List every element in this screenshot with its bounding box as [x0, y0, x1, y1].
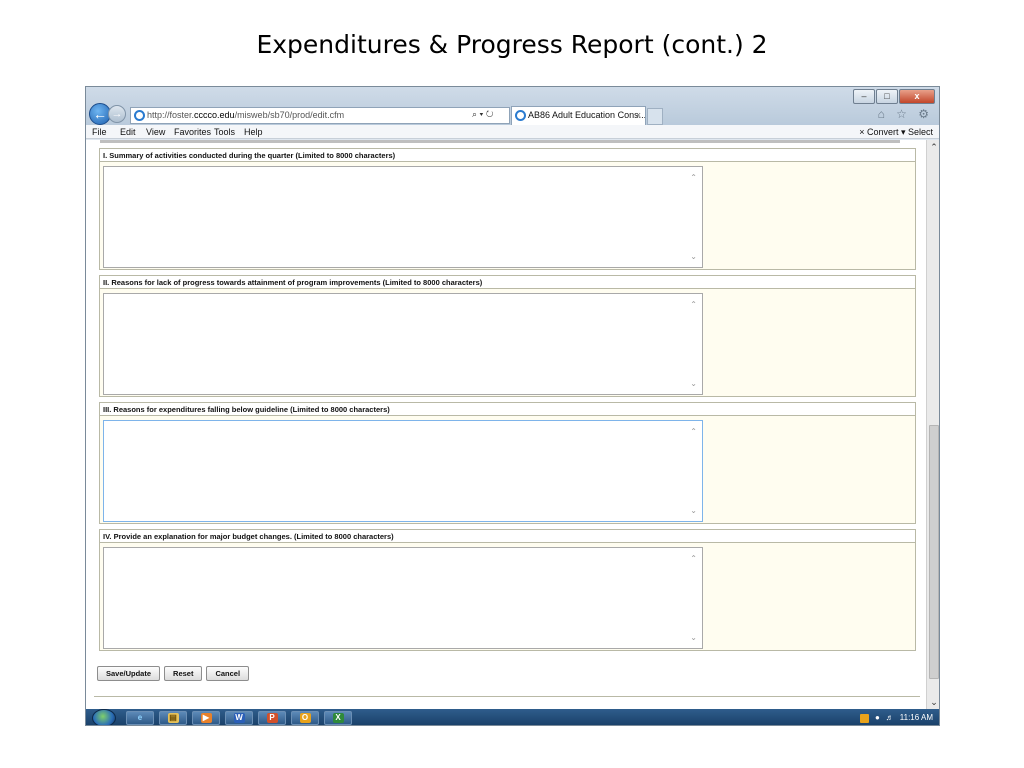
start-button[interactable]	[92, 709, 116, 725]
lack-of-progress-textarea[interactable]: ⌃ ⌄	[103, 293, 703, 395]
chevron-down-icon: ⌄	[690, 252, 697, 261]
menu-tools[interactable]: Tools	[214, 125, 235, 139]
page-content: I. Summary of activities conducted durin…	[86, 140, 926, 709]
powerpoint-icon: P	[266, 713, 278, 723]
taskbar-apps: e ▤ ▶ W P O X	[126, 711, 352, 725]
window-controls: – □ x	[853, 89, 935, 104]
new-tab-button[interactable]	[647, 108, 663, 125]
taskbar-powerpoint[interactable]: P	[258, 711, 286, 725]
convert-select-toolbar[interactable]: × Convert ▾ Select	[859, 125, 933, 139]
scroll-thumb[interactable]	[929, 425, 939, 679]
menu-view[interactable]: View	[146, 125, 165, 139]
chevron-down-icon: ⌄	[690, 379, 697, 388]
taskbar-word[interactable]: W	[225, 711, 253, 725]
taskbar-explorer[interactable]: ▤	[159, 711, 187, 725]
chevron-up-icon: ⌃	[690, 300, 697, 309]
forward-button[interactable]: →	[108, 105, 126, 123]
url-prefix: http://foster.	[147, 110, 195, 120]
scroll-down-icon[interactable]: ⌄	[927, 695, 939, 709]
browser-window: – □ x ← → http://foster.cccco.edu/misweb…	[85, 86, 940, 726]
section-expenditures-below-guideline: III. Reasons for expenditures falling be…	[99, 402, 916, 524]
vertical-scrollbar[interactable]: ⌃ ⌄	[926, 140, 939, 709]
address-search-refresh-icons[interactable]: ⌕ ▾ ↻	[472, 107, 510, 124]
network-icon[interactable]: ●	[875, 709, 880, 725]
volume-icon[interactable]: ♬	[886, 709, 894, 725]
tray-outlook-icon[interactable]	[859, 713, 869, 723]
chevron-up-icon: ⌃	[690, 554, 697, 563]
system-tray: ● ♬ 11:16 AM	[859, 709, 933, 725]
tab-ie-icon	[515, 110, 526, 121]
browser-tab[interactable]: AB86 Adult Education Cons... ×	[511, 106, 646, 125]
minimize-button[interactable]: –	[853, 89, 875, 104]
media-icon: ▶	[200, 713, 212, 723]
home-favorites-settings-icons[interactable]: ⌂ ☆ ⚙	[878, 107, 933, 121]
chevron-up-icon: ⌃	[690, 173, 697, 182]
browser-toolbar: – □ x ← → http://foster.cccco.edu/misweb…	[86, 87, 939, 125]
taskbar-ie[interactable]: e	[126, 711, 154, 725]
section-title: I. Summary of activities conducted durin…	[100, 149, 915, 162]
summary-textarea[interactable]: ⌃ ⌄	[103, 166, 703, 268]
maximize-button[interactable]: □	[876, 89, 898, 104]
menu-edit[interactable]: Edit	[120, 125, 136, 139]
taskbar-excel[interactable]: X	[324, 711, 352, 725]
close-window-button[interactable]: x	[899, 89, 935, 104]
reset-button[interactable]: Reset	[164, 666, 203, 681]
scroll-up-icon[interactable]: ⌃	[927, 140, 939, 154]
section-title: III. Reasons for expenditures falling be…	[100, 403, 915, 416]
url-domain: cccco.edu	[194, 110, 235, 120]
section-title: II. Reasons for lack of progress towards…	[100, 276, 915, 289]
form-buttons: Save/Update Reset Cancel	[97, 666, 250, 681]
outlook-icon: O	[299, 713, 311, 723]
word-icon: W	[233, 713, 245, 723]
cut-off-text-line	[100, 140, 900, 145]
budget-changes-textarea[interactable]: ⌃ ⌄	[103, 547, 703, 649]
section-title: IV. Provide an explanation for major bud…	[100, 530, 915, 543]
menu-bar: File Edit View Favorites Tools Help × Co…	[86, 125, 939, 139]
taskbar-media[interactable]: ▶	[192, 711, 220, 725]
section-lack-of-progress: II. Reasons for lack of progress towards…	[99, 275, 916, 397]
url-path: /misweb/sb70/prod/edit.cfm	[234, 110, 345, 120]
menu-file[interactable]: File	[92, 125, 107, 139]
excel-icon: X	[332, 713, 344, 723]
clock[interactable]: 11:16 AM	[900, 709, 933, 725]
address-bar[interactable]: http://foster.cccco.edu/misweb/sb70/prod…	[130, 107, 510, 124]
ie-page-icon	[134, 110, 145, 121]
chevron-down-icon: ⌄	[690, 633, 697, 642]
chevron-up-icon: ⌃	[690, 427, 697, 436]
tab-close-icon[interactable]: ×	[636, 107, 641, 124]
save-update-button[interactable]: Save/Update	[97, 666, 161, 681]
section-summary: I. Summary of activities conducted durin…	[99, 148, 916, 270]
chevron-down-icon: ⌄	[690, 506, 697, 515]
tab-title: AB86 Adult Education Cons...	[528, 110, 646, 120]
folder-icon: ▤	[167, 713, 179, 723]
menu-favorites[interactable]: Favorites	[174, 125, 211, 139]
expenditures-textarea[interactable]: ⌃ ⌄	[103, 420, 703, 522]
slide-title: Expenditures & Progress Report (cont.) 2	[256, 30, 768, 59]
section-budget-changes: IV. Provide an explanation for major bud…	[99, 529, 916, 651]
ie-icon: e	[137, 713, 143, 722]
menu-help[interactable]: Help	[244, 125, 263, 139]
cancel-button[interactable]: Cancel	[206, 666, 250, 681]
windows-taskbar: e ▤ ▶ W P O X ● ♬ 11:16 AM	[86, 709, 939, 725]
taskbar-outlook[interactable]: O	[291, 711, 319, 725]
divider	[94, 696, 920, 697]
